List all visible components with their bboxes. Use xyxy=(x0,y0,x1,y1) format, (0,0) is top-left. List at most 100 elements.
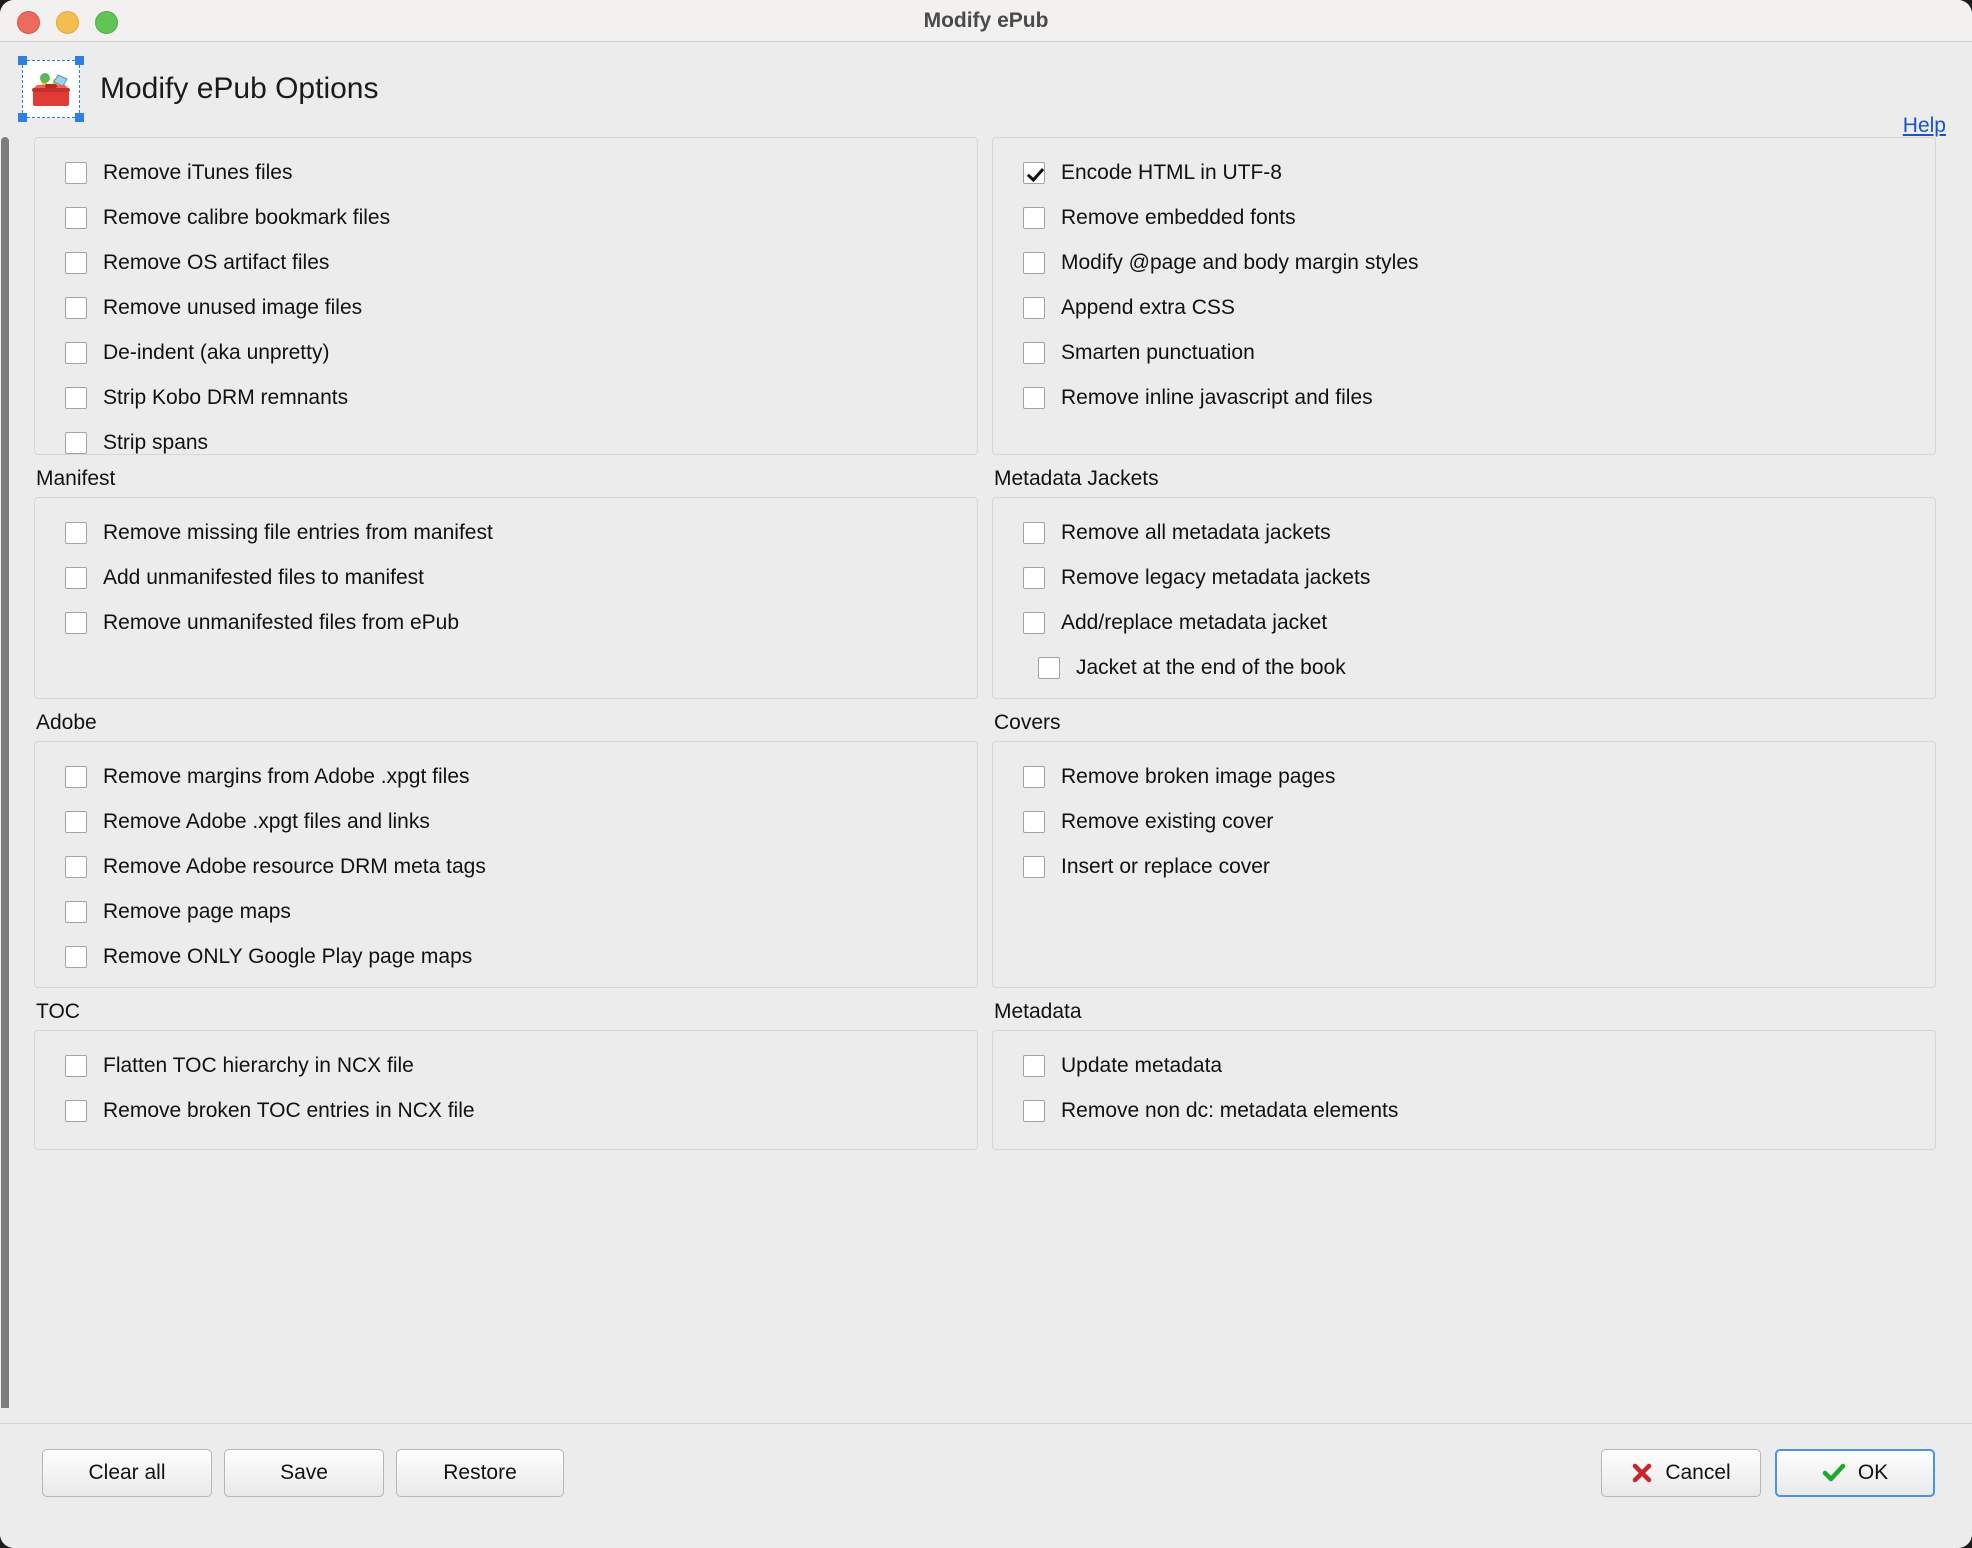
checkbox-encode-html-utf8[interactable] xyxy=(1023,161,1045,184)
checkbox-remove-calibre-bookmark-files[interactable] xyxy=(65,206,87,229)
option-row[interactable]: Insert or replace cover xyxy=(993,844,1935,889)
checkbox-update-metadata[interactable] xyxy=(1023,1054,1045,1077)
selection-handle-top-left[interactable] xyxy=(18,56,27,65)
option-row[interactable]: Smarten punctuation xyxy=(993,330,1935,375)
checkbox-remove-page-maps[interactable] xyxy=(65,900,87,923)
option-label[interactable]: Remove iTunes files xyxy=(103,161,292,185)
option-label[interactable]: De-indent (aka unpretty) xyxy=(103,341,329,365)
option-label[interactable]: Remove legacy metadata jackets xyxy=(1061,566,1370,590)
option-label[interactable]: Remove Adobe resource DRM meta tags xyxy=(103,855,486,879)
checkbox-smarten-punctuation[interactable] xyxy=(1023,341,1045,364)
checkbox-strip-kobo-drm-remnants[interactable] xyxy=(65,386,87,409)
option-label[interactable]: Remove inline javascript and files xyxy=(1061,386,1373,410)
option-row[interactable]: Remove all metadata jackets xyxy=(993,510,1935,555)
option-label[interactable]: Update metadata xyxy=(1061,1054,1222,1078)
vertical-scrollbar-thumb[interactable] xyxy=(1,137,9,1412)
option-row[interactable]: Remove calibre bookmark files xyxy=(35,195,977,240)
option-row[interactable]: Jacket at the end of the book xyxy=(993,645,1935,690)
option-label[interactable]: Remove ONLY Google Play page maps xyxy=(103,945,472,969)
option-row[interactable]: Remove iTunes files xyxy=(35,150,977,195)
clear-all-button[interactable]: Clear all xyxy=(42,1449,212,1497)
checkbox-remove-existing-cover[interactable] xyxy=(1023,810,1045,833)
checkbox-strip-spans[interactable] xyxy=(65,431,87,454)
option-label[interactable]: Remove all metadata jackets xyxy=(1061,521,1331,545)
option-row[interactable]: Strip Kobo DRM remnants xyxy=(35,375,977,420)
option-row[interactable]: Modify @page and body margin styles xyxy=(993,240,1935,285)
option-label[interactable]: Remove margins from Adobe .xpgt files xyxy=(103,765,470,789)
option-label[interactable]: Flatten TOC hierarchy in NCX file xyxy=(103,1054,414,1078)
option-row[interactable]: Encode HTML in UTF-8 xyxy=(993,150,1935,195)
option-label[interactable]: Remove page maps xyxy=(103,900,291,924)
option-row[interactable]: Remove Adobe resource DRM meta tags xyxy=(35,844,977,889)
option-label[interactable]: Strip Kobo DRM remnants xyxy=(103,386,348,410)
option-label[interactable]: Remove calibre bookmark files xyxy=(103,206,390,230)
checkbox-remove-google-play-page-maps[interactable] xyxy=(65,945,87,968)
option-label[interactable]: Insert or replace cover xyxy=(1061,855,1270,879)
option-row[interactable]: Remove page maps xyxy=(35,889,977,934)
selection-handle-top-right[interactable] xyxy=(75,56,84,65)
checkbox-remove-adobe-drm-meta-tags[interactable] xyxy=(65,855,87,878)
checkbox-remove-os-artifact-files[interactable] xyxy=(65,251,87,274)
option-row[interactable]: Update metadata xyxy=(993,1043,1935,1088)
option-row[interactable]: Flatten TOC hierarchy in NCX file xyxy=(35,1043,977,1088)
option-label[interactable]: Remove unused image files xyxy=(103,296,362,320)
checkbox-jacket-at-end-of-book[interactable] xyxy=(1038,656,1060,679)
checkbox-add-unmanifested-files[interactable] xyxy=(65,566,87,589)
option-label[interactable]: Strip spans xyxy=(103,431,208,455)
option-label[interactable]: Remove missing file entries from manifes… xyxy=(103,521,493,545)
option-row[interactable]: Remove missing file entries from manifes… xyxy=(35,510,977,555)
checkbox-remove-missing-file-entries[interactable] xyxy=(65,521,87,544)
option-row[interactable]: Remove broken TOC entries in NCX file xyxy=(35,1088,977,1133)
option-label[interactable]: Remove existing cover xyxy=(1061,810,1273,834)
ok-button[interactable]: OK xyxy=(1775,1449,1935,1497)
option-row[interactable]: Remove legacy metadata jackets xyxy=(993,555,1935,600)
checkbox-add-replace-metadata-jacket[interactable] xyxy=(1023,611,1045,634)
option-row[interactable]: Add unmanifested files to manifest xyxy=(35,555,977,600)
checkbox-remove-unused-image-files[interactable] xyxy=(65,296,87,319)
option-label[interactable]: Add/replace metadata jacket xyxy=(1061,611,1327,635)
option-label[interactable]: Remove Adobe .xpgt files and links xyxy=(103,810,430,834)
option-label[interactable]: Smarten punctuation xyxy=(1061,341,1255,365)
options-scroll-area[interactable]: Remove iTunes files Remove calibre bookm… xyxy=(0,137,1972,1423)
vertical-scrollbar[interactable] xyxy=(0,137,9,1423)
option-label[interactable]: Remove embedded fonts xyxy=(1061,206,1296,230)
selection-handle-bottom-left[interactable] xyxy=(18,113,27,122)
option-label[interactable]: Remove OS artifact files xyxy=(103,251,329,275)
checkbox-append-extra-css[interactable] xyxy=(1023,296,1045,319)
checkbox-remove-broken-toc-entries[interactable] xyxy=(65,1099,87,1122)
checkbox-remove-legacy-metadata-jackets[interactable] xyxy=(1023,566,1045,589)
checkbox-remove-non-dc-metadata[interactable] xyxy=(1023,1099,1045,1122)
option-row[interactable]: Append extra CSS xyxy=(993,285,1935,330)
option-label[interactable]: Encode HTML in UTF-8 xyxy=(1061,161,1282,185)
selection-handle-bottom-right[interactable] xyxy=(75,113,84,122)
checkbox-remove-broken-image-pages[interactable] xyxy=(1023,765,1045,788)
option-label[interactable]: Append extra CSS xyxy=(1061,296,1235,320)
checkbox-flatten-toc-hierarchy[interactable] xyxy=(65,1054,87,1077)
option-row[interactable]: Remove inline javascript and files xyxy=(993,375,1935,420)
checkbox-remove-all-metadata-jackets[interactable] xyxy=(1023,521,1045,544)
checkbox-remove-inline-javascript[interactable] xyxy=(1023,386,1045,409)
option-label[interactable]: Modify @page and body margin styles xyxy=(1061,251,1419,275)
option-label[interactable]: Add unmanifested files to manifest xyxy=(103,566,424,590)
option-label[interactable]: Jacket at the end of the book xyxy=(1076,656,1346,680)
checkbox-insert-or-replace-cover[interactable] xyxy=(1023,855,1045,878)
checkbox-remove-embedded-fonts[interactable] xyxy=(1023,206,1045,229)
option-row[interactable]: De-indent (aka unpretty) xyxy=(35,330,977,375)
option-row[interactable]: Remove margins from Adobe .xpgt files xyxy=(35,754,977,799)
checkbox-remove-unmanifested-files[interactable] xyxy=(65,611,87,634)
checkbox-de-indent[interactable] xyxy=(65,341,87,364)
option-label[interactable]: Remove non dc: metadata elements xyxy=(1061,1099,1398,1123)
option-row[interactable]: Remove unused image files xyxy=(35,285,977,330)
checkbox-modify-page-body-margins[interactable] xyxy=(1023,251,1045,274)
option-label[interactable]: Remove broken image pages xyxy=(1061,765,1335,789)
option-row[interactable]: Remove ONLY Google Play page maps xyxy=(35,934,977,979)
option-label[interactable]: Remove broken TOC entries in NCX file xyxy=(103,1099,475,1123)
save-button[interactable]: Save xyxy=(224,1449,384,1497)
checkbox-remove-itunes-files[interactable] xyxy=(65,161,87,184)
help-link[interactable]: Help xyxy=(1903,114,1946,138)
checkbox-remove-xpgt-files-links[interactable] xyxy=(65,810,87,833)
checkbox-remove-margins-xpgt[interactable] xyxy=(65,765,87,788)
option-row[interactable]: Add/replace metadata jacket xyxy=(993,600,1935,645)
option-row[interactable]: Remove embedded fonts xyxy=(993,195,1935,240)
option-label[interactable]: Remove unmanifested files from ePub xyxy=(103,611,459,635)
